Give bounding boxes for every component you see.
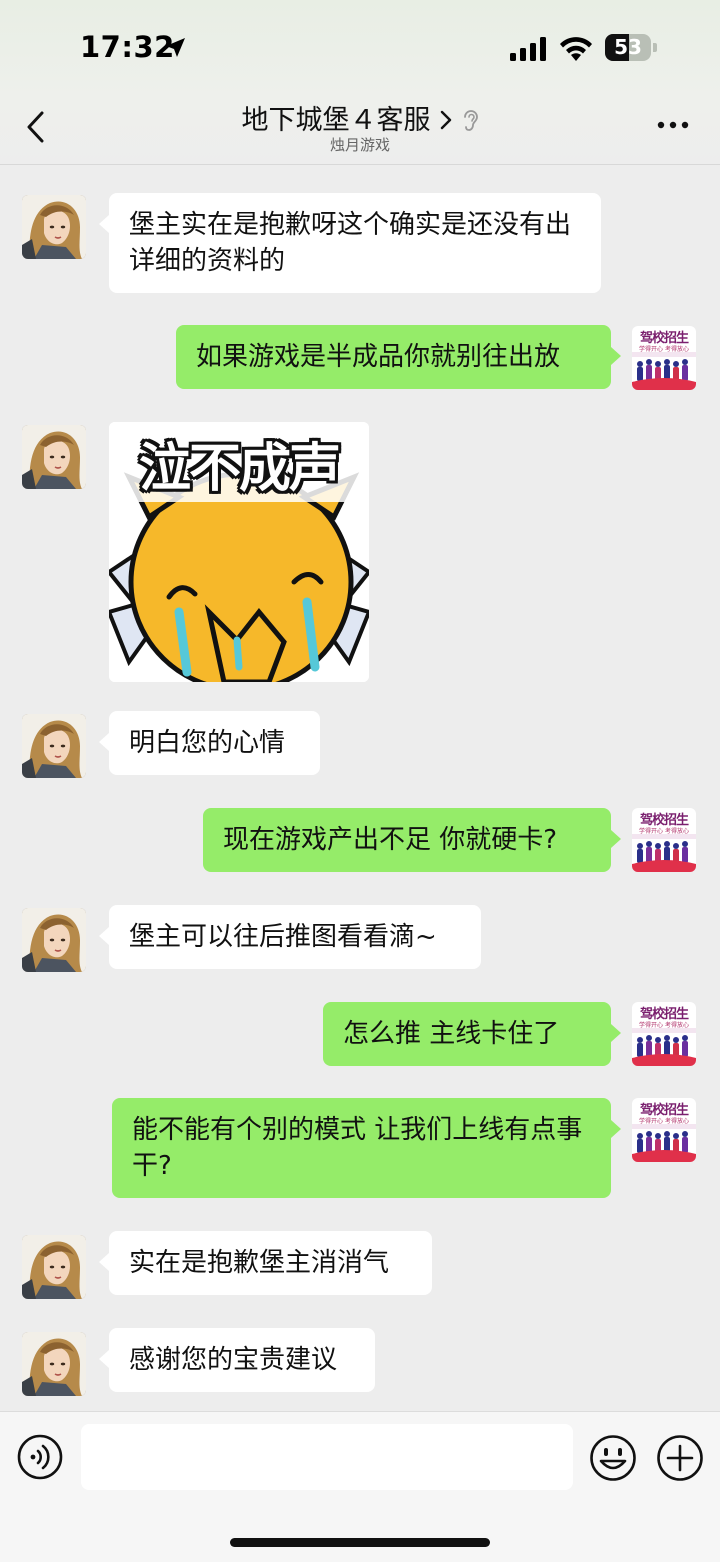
sticker-caption: 泣不成声 (138, 439, 341, 499)
message-bubble-incoming[interactable]: 实在是抱歉堡主消消气 (99, 1231, 432, 1295)
agent-avatar[interactable] (22, 195, 86, 259)
agent-avatar[interactable] (22, 908, 86, 972)
voice-icon[interactable] (17, 1434, 63, 1480)
agent-avatar-image (22, 908, 86, 972)
wifi-icon (560, 37, 592, 61)
agent-avatar-image (22, 714, 86, 778)
chat-subtitle: 烛月游戏 (329, 136, 390, 154)
message-bubble-incoming[interactable]: 堡主实在是抱歉呀这个确实是还没有出详细的资料的 (99, 193, 601, 293)
my-avatar[interactable]: 驾校招生 学得开心 考得放心 (632, 808, 696, 872)
message-input[interactable] (81, 1424, 573, 1490)
battery-level: 53 (614, 35, 642, 59)
avatar-tagline: 学得开心 考得放心 (639, 346, 689, 353)
my-avatar[interactable]: 驾校招生 学得开心 考得放心 (632, 1002, 696, 1066)
message-bubble-outgoing[interactable]: 能不能有个别的模式 让我们上线有点事干? (112, 1098, 621, 1198)
agent-avatar-image (22, 195, 86, 259)
message-bubble-outgoing[interactable]: 如果游戏是半成品你就别往出放 (176, 325, 621, 389)
chat-title: 地下城堡４客服 (241, 105, 431, 136)
agent-avatar[interactable] (22, 1332, 86, 1396)
agent-avatar[interactable] (22, 1235, 86, 1299)
chevron-left-icon[interactable] (22, 108, 52, 146)
agent-avatar-image (22, 1332, 86, 1396)
agent-avatar[interactable] (22, 714, 86, 778)
my-avatar[interactable]: 驾校招生 学得开心 考得放心 (632, 326, 696, 390)
avatar-tagline: 学得开心 考得放心 (639, 1118, 689, 1125)
agent-avatar-image (22, 1235, 86, 1299)
sticker-message[interactable]: 泣不成声 (109, 422, 369, 682)
avatar-tagline: 学得开心 考得放心 (639, 828, 689, 835)
cellular-signal-icon (510, 37, 546, 61)
agent-avatar-image (22, 425, 86, 489)
plus-icon[interactable] (656, 1434, 704, 1482)
message-bubble-incoming[interactable]: 堡主可以往后推图看看滴~ (99, 905, 481, 969)
my-avatar[interactable]: 驾校招生 学得开心 考得放心 (632, 1098, 696, 1162)
ear-icon (463, 110, 478, 131)
battery-tip (653, 43, 657, 52)
message-bubble-incoming[interactable]: 明白您的心情 (99, 711, 320, 775)
status-time: 17:32 (80, 30, 175, 64)
avatar-tagline: 学得开心 考得放心 (639, 1022, 689, 1029)
agent-avatar[interactable] (22, 425, 86, 489)
more-dots-icon[interactable] (656, 118, 690, 132)
battery-indicator: 53 (605, 34, 651, 61)
chat-title-area[interactable]: 地下城堡４客服 (160, 98, 560, 137)
message-bubble-outgoing[interactable]: 怎么推 主线卡住了 (323, 1002, 621, 1066)
home-indicator (230, 1538, 490, 1547)
message-bubble-incoming[interactable]: 感谢您的宝贵建议 (99, 1328, 375, 1392)
emoji-icon[interactable] (589, 1434, 637, 1482)
message-bubble-outgoing[interactable]: 现在游戏产出不足 你就硬卡? (203, 808, 621, 872)
location-arrow-icon (166, 38, 185, 57)
chevron-right-icon (440, 110, 451, 130)
